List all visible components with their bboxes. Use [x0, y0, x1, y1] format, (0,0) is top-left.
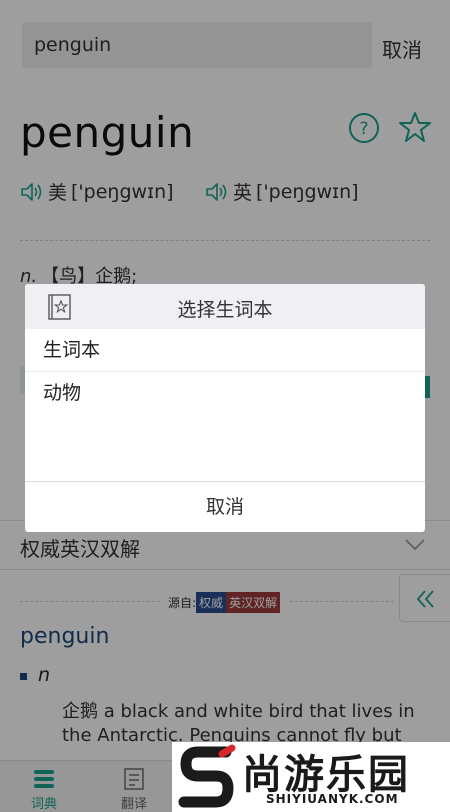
wordbook-item[interactable]: 动物	[25, 372, 425, 415]
choose-wordbook-dialog: 选择生词本 生词本 动物 取消	[25, 284, 425, 532]
dialog-title: 选择生词本	[177, 299, 273, 321]
logo-text-en: SHIYIUANYK.COM	[266, 792, 399, 806]
dialog-cancel-button[interactable]: 取消	[25, 481, 425, 532]
dialog-header: 选择生词本	[25, 284, 425, 329]
logo-s-mark	[178, 744, 236, 808]
wordbook-item[interactable]: 生词本	[25, 329, 425, 372]
watermark-logo: 尚游乐园 SHIYIUANYK.COM	[172, 742, 450, 812]
